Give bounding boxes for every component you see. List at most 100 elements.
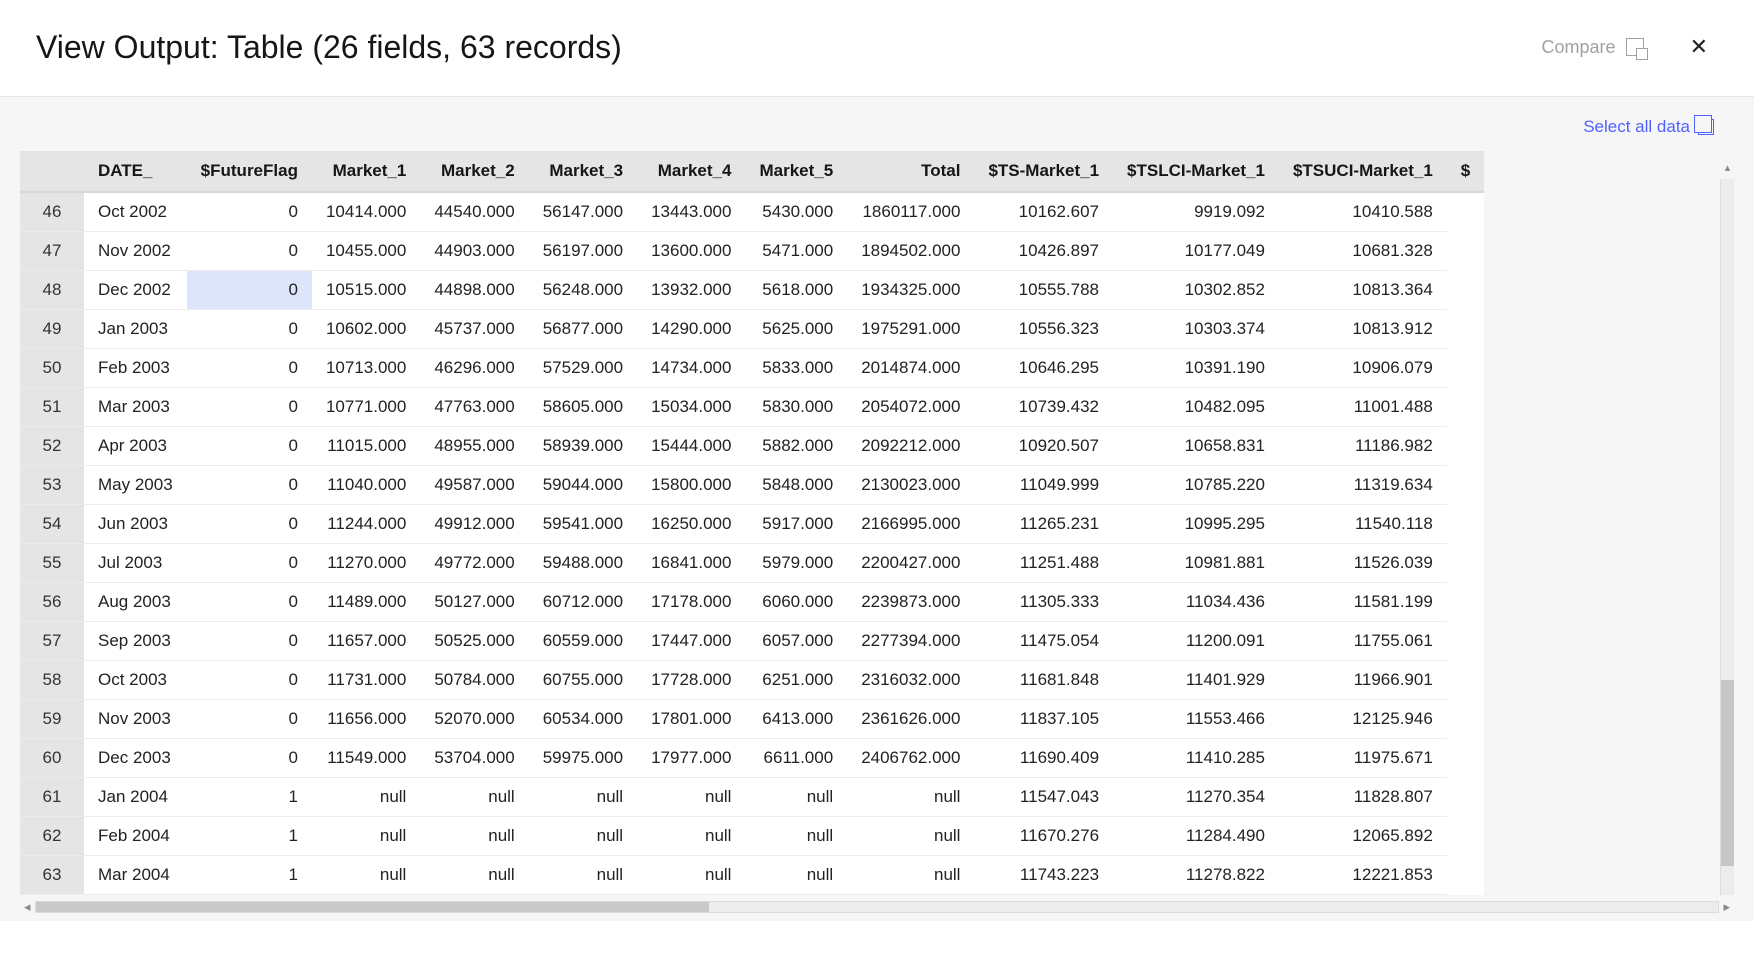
data-cell[interactable]: 10739.432 (974, 388, 1113, 427)
data-cell[interactable]: 2277394.000 (847, 622, 974, 661)
data-cell[interactable]: 13932.000 (637, 271, 745, 310)
column-header[interactable]: Market_4 (637, 151, 745, 192)
data-cell[interactable]: 2200427.000 (847, 544, 974, 583)
data-cell[interactable]: 12065.892 (1279, 817, 1447, 856)
data-cell[interactable]: null (312, 817, 420, 856)
horizontal-scrollbar[interactable]: ◂ ▸ (0, 895, 1754, 921)
data-cell[interactable]: 0 (187, 388, 312, 427)
data-cell[interactable]: 5430.000 (745, 192, 847, 232)
data-cell[interactable]: null (847, 778, 974, 817)
data-cell[interactable]: 57529.000 (529, 349, 637, 388)
table-row[interactable]: 60Dec 2003011549.00053704.00059975.00017… (20, 739, 1484, 778)
data-cell[interactable]: 56197.000 (529, 232, 637, 271)
data-cell[interactable]: 1975291.000 (847, 310, 974, 349)
data-cell[interactable]: 0 (187, 661, 312, 700)
data-cell[interactable]: Nov 2003 (84, 700, 187, 739)
vertical-scrollbar[interactable]: ▴ ▾ (1720, 179, 1734, 895)
data-cell[interactable]: 11251.488 (974, 544, 1113, 583)
data-cell[interactable]: 58939.000 (529, 427, 637, 466)
row-number-cell[interactable]: 51 (20, 388, 84, 427)
data-cell[interactable]: Jan 2004 (84, 778, 187, 817)
data-cell[interactable]: 6251.000 (745, 661, 847, 700)
data-cell[interactable]: 6060.000 (745, 583, 847, 622)
data-cell[interactable]: 16841.000 (637, 544, 745, 583)
row-number-cell[interactable]: 60 (20, 739, 84, 778)
data-cell[interactable]: 60559.000 (529, 622, 637, 661)
data-cell[interactable]: null (529, 856, 637, 895)
data-cell[interactable]: 0 (187, 427, 312, 466)
data-cell[interactable]: Mar 2004 (84, 856, 187, 895)
data-cell[interactable]: 52070.000 (420, 700, 528, 739)
data-cell[interactable]: 53704.000 (420, 739, 528, 778)
data-cell[interactable]: Nov 2002 (84, 232, 187, 271)
data-cell[interactable]: Aug 2003 (84, 583, 187, 622)
data-cell[interactable]: 56147.000 (529, 192, 637, 232)
data-cell[interactable]: 11305.333 (974, 583, 1113, 622)
data-cell[interactable]: 0 (187, 466, 312, 505)
column-header[interactable]: Market_3 (529, 151, 637, 192)
data-cell[interactable]: 10602.000 (312, 310, 420, 349)
data-cell[interactable]: 10555.788 (974, 271, 1113, 310)
data-cell[interactable]: null (529, 817, 637, 856)
table-row[interactable]: 55Jul 2003011270.00049772.00059488.00016… (20, 544, 1484, 583)
data-cell[interactable]: 17178.000 (637, 583, 745, 622)
row-number-cell[interactable]: 56 (20, 583, 84, 622)
data-cell[interactable]: 12221.853 (1279, 856, 1447, 895)
data-cell[interactable]: null (847, 856, 974, 895)
data-cell[interactable]: 11319.634 (1279, 466, 1447, 505)
data-cell[interactable]: Jul 2003 (84, 544, 187, 583)
data-cell[interactable]: Jan 2003 (84, 310, 187, 349)
data-cell[interactable]: 11186.982 (1279, 427, 1447, 466)
data-cell[interactable]: Oct 2002 (84, 192, 187, 232)
data-cell[interactable]: 10813.364 (1279, 271, 1447, 310)
data-cell[interactable]: 11731.000 (312, 661, 420, 700)
data-cell[interactable]: 1894502.000 (847, 232, 974, 271)
data-cell[interactable]: 47763.000 (420, 388, 528, 427)
data-cell[interactable]: 10646.295 (974, 349, 1113, 388)
data-cell[interactable]: 1 (187, 856, 312, 895)
data-cell[interactable]: 50127.000 (420, 583, 528, 622)
data-cell[interactable]: null (420, 856, 528, 895)
data-cell[interactable]: null (420, 778, 528, 817)
data-cell[interactable]: 2361626.000 (847, 700, 974, 739)
data-cell[interactable]: 0 (187, 310, 312, 349)
column-header[interactable]: Total (847, 151, 974, 192)
data-cell[interactable]: 5618.000 (745, 271, 847, 310)
data-cell[interactable]: 56248.000 (529, 271, 637, 310)
column-header[interactable]: $TSLCI-Market_1 (1113, 151, 1279, 192)
data-cell[interactable]: Dec 2003 (84, 739, 187, 778)
data-cell[interactable]: 10920.507 (974, 427, 1113, 466)
data-cell[interactable]: null (745, 778, 847, 817)
column-header[interactable]: Market_2 (420, 151, 528, 192)
data-cell[interactable]: 13443.000 (637, 192, 745, 232)
data-cell[interactable]: 10515.000 (312, 271, 420, 310)
data-cell[interactable]: 9919.092 (1113, 192, 1279, 232)
data-cell[interactable]: 10813.912 (1279, 310, 1447, 349)
table-row[interactable]: 58Oct 2003011731.00050784.00060755.00017… (20, 661, 1484, 700)
data-cell[interactable]: 49587.000 (420, 466, 528, 505)
scroll-left-arrow-icon[interactable]: ◂ (20, 899, 35, 915)
data-cell[interactable]: 17728.000 (637, 661, 745, 700)
data-cell[interactable]: 11549.000 (312, 739, 420, 778)
data-cell[interactable]: 15800.000 (637, 466, 745, 505)
data-cell[interactable]: May 2003 (84, 466, 187, 505)
data-cell[interactable]: 10556.323 (974, 310, 1113, 349)
column-header[interactable]: DATE_ (84, 151, 187, 192)
column-header[interactable]: Market_5 (745, 151, 847, 192)
row-number-cell[interactable]: 57 (20, 622, 84, 661)
data-cell[interactable]: 17977.000 (637, 739, 745, 778)
data-cell[interactable]: 59975.000 (529, 739, 637, 778)
data-cell[interactable]: 15444.000 (637, 427, 745, 466)
table-row[interactable]: 47Nov 2002010455.00044903.00056197.00013… (20, 232, 1484, 271)
data-cell[interactable]: 11553.466 (1113, 700, 1279, 739)
data-cell[interactable]: 15034.000 (637, 388, 745, 427)
data-cell[interactable]: 60755.000 (529, 661, 637, 700)
table-scroll-region[interactable]: DATE_$FutureFlagMarket_1Market_2Market_3… (20, 151, 1734, 895)
row-number-cell[interactable]: 47 (20, 232, 84, 271)
data-cell[interactable]: 58605.000 (529, 388, 637, 427)
data-cell[interactable]: 13600.000 (637, 232, 745, 271)
data-cell[interactable]: 17801.000 (637, 700, 745, 739)
data-cell[interactable]: null (637, 817, 745, 856)
data-cell[interactable]: null (745, 856, 847, 895)
data-cell[interactable]: 0 (187, 192, 312, 232)
